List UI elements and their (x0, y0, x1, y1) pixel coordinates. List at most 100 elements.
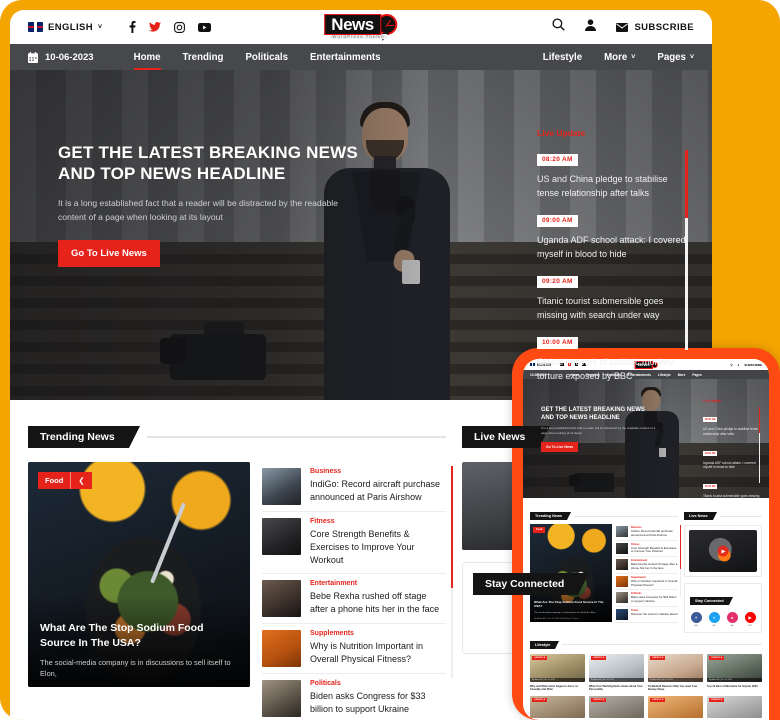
live-update-item[interactable]: 10:00 AM Global network of sadistic monk… (537, 331, 692, 383)
live-update-item[interactable]: 09:00 AM Uganda ADF school attack: I cov… (537, 209, 692, 261)
nav-label: Trending (182, 51, 224, 63)
lifestyle-card[interactable]: LIFESTYLE By Admin BD | Dec 14, 2023 Why… (530, 653, 585, 692)
list-item[interactable]: Entertainment Bebe Rexha rushed off stag… (262, 574, 446, 624)
list-item[interactable]: Politicals Biden asks Congress for $33 b… (616, 590, 678, 607)
featured-category-label: Food (45, 476, 64, 485)
user-icon[interactable]: ● (738, 363, 740, 367)
site-logo[interactable]: News WordPress Theme (324, 14, 398, 41)
facebook-icon[interactable] (129, 21, 136, 33)
mini-live-update-item[interactable]: 09:00 AM Uganda ADF school attack: I cov… (703, 441, 761, 471)
chevron-down-icon: ˅ (689, 53, 694, 61)
mini-lifestyle-grid-row2: LIFESTYLE LIFESTYLE LIFESTYLE LIFESTYLE (530, 696, 762, 719)
nav-label: Politicals (245, 51, 288, 63)
list-item[interactable]: Business IndiGo: Record aircraft purchas… (616, 524, 678, 541)
list-item[interactable]: Fitness Core Strength Benefits & Exercis… (616, 541, 678, 558)
card-category: LIFESTYLE (650, 655, 666, 660)
list-item[interactable]: Entertainment Bebe Rexha rushed off stag… (616, 557, 678, 574)
thumbnail (262, 518, 301, 555)
mini-featured-title: What Are The Stop Sodium Food Source In … (534, 599, 604, 608)
language-label: ENGLISH (48, 21, 94, 33)
search-icon[interactable]: ⚲ (730, 363, 732, 367)
search-icon[interactable] (552, 18, 566, 36)
thumbnail (616, 526, 628, 537)
thumbnail (616, 575, 628, 587)
instagram-icon: o (726, 612, 738, 623)
nav-label: Pages (657, 51, 686, 63)
trending-column: Trending News Food ❮ What Are The Stop S… (28, 426, 453, 720)
trending-section-title: Trending News (28, 426, 140, 448)
youtube-icon: ▶ (744, 612, 756, 623)
mini-featured-description: The social-media company is in discussio… (534, 612, 597, 614)
nav-item-trending[interactable]: Trending (183, 52, 224, 63)
youtube-icon[interactable] (197, 22, 211, 32)
subscribe-button[interactable]: SUBSCRIBE (616, 22, 694, 33)
mini-live-news-video-box[interactable] (684, 525, 762, 577)
divider (574, 515, 678, 517)
lifestyle-card[interactable]: LIFESTYLE By Admin BD | Dec 14, 2023 10 … (648, 653, 703, 692)
user-icon[interactable] (585, 18, 597, 36)
social-stat-twitter[interactable]: t 20k (708, 612, 720, 627)
list-item[interactable]: Supplements Why is Nutrition Important i… (262, 624, 446, 674)
mini-go-to-live-news-button[interactable]: Go To Live News (541, 442, 579, 453)
twitter-icon: t (708, 612, 720, 623)
list-item[interactable]: Supplements Why is Nutrition Important i… (616, 574, 678, 591)
nav-item-politicals[interactable]: Politicals (245, 52, 288, 63)
preview-popup[interactable]: ENGLISH News ⚲ ● SUBSCRIBE 10-06-2023 Ho… (512, 348, 780, 720)
nav-item-entertainments[interactable]: Entertainments (310, 52, 381, 63)
mini-featured-category: Food (533, 527, 546, 533)
instagram-icon[interactable] (173, 21, 185, 33)
mini-live-update-item[interactable]: 08:20 AM US and China pledge to stabilis… (703, 407, 761, 437)
item-title: Bebe Rexha rushed off stage after a phon… (631, 562, 678, 570)
live-update-headline: Uganda ADF school attack: I covered myse… (537, 235, 686, 259)
mini-subscribe-label[interactable]: SUBSCRIBE (744, 363, 762, 367)
social-stat-youtube[interactable]: ▶ 60T (744, 612, 756, 627)
mini-live-scrollbar[interactable] (759, 407, 760, 483)
trending-section-header: Trending News (28, 426, 446, 448)
lifestyle-card[interactable]: LIFESTYLE (530, 696, 585, 719)
live-update-item[interactable]: 08:20 AM US and China pledge to stabilis… (537, 148, 692, 200)
thumbnail (616, 559, 628, 571)
trending-scrollbar[interactable] (451, 466, 453, 678)
play-icon[interactable] (717, 545, 729, 557)
social-stat-facebook[interactable]: f 40k (690, 612, 702, 627)
nav-item-more[interactable]: More ˅ (604, 52, 635, 63)
mini-trending-scrollbar[interactable] (680, 525, 681, 597)
mini-nav-item-pages[interactable]: Pages (692, 373, 701, 377)
hero-banner: GET THE LATEST BREAKING NEWS AND TOP NEW… (10, 70, 712, 400)
language-selector[interactable]: ENGLISH ˅ (28, 22, 103, 33)
twitter-icon[interactable] (148, 22, 161, 32)
list-item[interactable]: Fitness Core Strength Benefits & Exercis… (262, 512, 446, 574)
mail-icon (616, 22, 629, 32)
item-category: Politicals (310, 680, 341, 687)
featured-article-card[interactable]: Food ❮ What Are The Stop Sodium Food Sou… (28, 462, 250, 687)
lifestyle-card[interactable]: LIFESTYLE (707, 696, 762, 719)
nav-item-lifestyle[interactable]: Lifestyle (543, 52, 582, 63)
social-stat-instagram[interactable]: o 40k (726, 612, 738, 627)
lifestyle-card[interactable]: LIFESTYLE (589, 696, 644, 719)
lifestyle-card[interactable]: LIFESTYLE By Admin BD | Dec 14, 2023 Wha… (589, 653, 644, 692)
mini-video-thumbnail (689, 530, 757, 572)
live-update-item[interactable]: 09:20 AM Titanic tourist submersible goe… (537, 270, 692, 322)
share-icon[interactable]: ❮ (70, 472, 91, 489)
mini-lifestyle-grid: LIFESTYLE By Admin BD | Dec 14, 2023 Why… (530, 653, 762, 692)
card-image: LIFESTYLE By Admin BD | Dec 14, 2023 (589, 653, 644, 682)
nav-item-home[interactable]: Home (133, 52, 161, 70)
list-item[interactable]: Business IndiGo: Record aircraft purchas… (262, 462, 446, 512)
mini-live-update-item[interactable]: 09:20 AM Titanic tourist submersible goe… (703, 474, 761, 498)
mini-trending-list: Business IndiGo: Record aircraft purchas… (616, 524, 681, 623)
mini-live-headline: Titanic tourist submersible goes missing… (703, 494, 760, 498)
nav-item-pages[interactable]: Pages ˅ (657, 52, 694, 63)
lifestyle-card[interactable]: LIFESTYLE By Admin BD | Dec 14, 2023 Top… (707, 653, 762, 692)
mini-live-time: 09:00 AM (703, 450, 718, 456)
list-item[interactable]: Politicals Biden asks Congress for $33 b… (262, 674, 446, 720)
go-to-live-news-button[interactable]: Go To Live News (58, 240, 160, 267)
card-meta: By Admin BD | Dec 14, 2023 (707, 677, 762, 682)
live-update-scrollbar[interactable] (685, 150, 688, 350)
live-update-headline: US and China pledge to stabilise tense r… (537, 174, 668, 198)
hero-subtitle: It is a long established fact that a rea… (58, 198, 338, 222)
featured-text: What Are The Stop Sodium Food Source In … (40, 621, 238, 679)
lifestyle-card[interactable]: LIFESTYLE (648, 696, 703, 719)
list-item[interactable]: Travel Discover the secret in Sahara des… (616, 607, 678, 623)
thumbnail (616, 542, 628, 554)
mini-stay-connected-title: Stay Connected (690, 597, 729, 605)
